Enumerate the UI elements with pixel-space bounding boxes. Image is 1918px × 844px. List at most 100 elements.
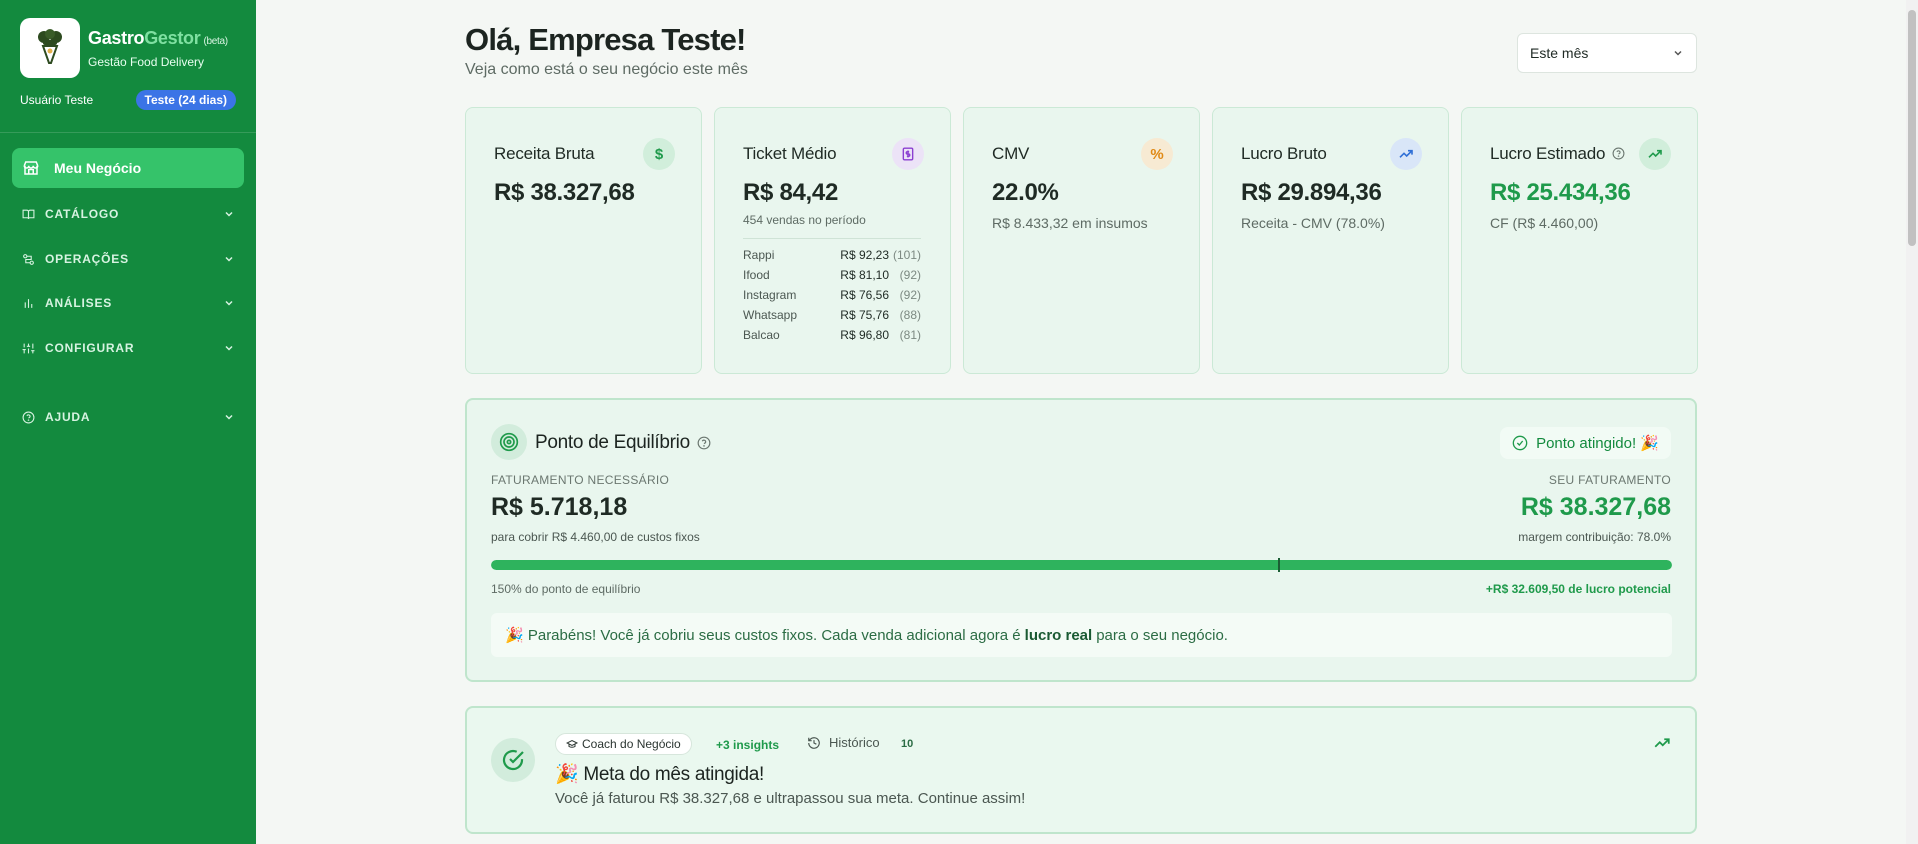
channel-value: R$ 76,56: [840, 288, 889, 302]
coach-chip-label: Coach do Negócio: [582, 737, 681, 751]
sliders-icon: [22, 343, 35, 353]
trending-up-icon: [1654, 738, 1670, 748]
breakeven-panel: Ponto de Equilíbrio Ponto atingido! 🎉 FA…: [465, 398, 1697, 682]
check-circle-icon: [1512, 435, 1528, 451]
progress-percent: 150% do ponto de equilíbrio: [491, 582, 641, 596]
page-title: Olá, Empresa Teste!: [465, 22, 746, 57]
chevron-down-icon: [225, 211, 233, 217]
user-name[interactable]: Usuário Teste: [20, 93, 93, 107]
trending-up-icon: [1390, 138, 1422, 170]
card-value: R$ 38.327,68: [494, 179, 635, 206]
coach-chip[interactable]: Coach do Negócio: [555, 733, 692, 755]
card-title: Ticket Médio: [743, 144, 837, 163]
trial-badge[interactable]: Teste (24 dias): [135, 90, 236, 110]
coach-title: 🎉 Meta do mês atingida!: [555, 764, 764, 785]
brand-subtitle: Gestão Food Delivery: [88, 55, 205, 69]
sidebar: GastroGestor (beta) Gestão Food Delivery …: [0, 0, 256, 844]
more-insights-link[interactable]: +3 insights: [716, 738, 779, 752]
channel-table: Rappi R$ 92,23 (101) Ifood R$ 81,10 (92) Ins…: [743, 238, 921, 345]
period-select[interactable]: Este mês: [1517, 33, 1697, 73]
congrats-message: 🎉 Parabéns! Você já cobriu seus custos f…: [491, 613, 1672, 657]
message-bold: lucro real: [1024, 626, 1093, 644]
brand[interactable]: GastroGestor (beta) Gestão Food Delivery: [20, 18, 228, 78]
channel-name: Instagram: [743, 288, 797, 302]
card-note: CF (R$ 4.460,00): [1490, 215, 1599, 231]
help-circle-icon[interactable]: [1612, 147, 1625, 160]
status-badge: Ponto atingido! 🎉: [1500, 427, 1671, 459]
receipt-icon: [892, 138, 924, 170]
percent-icon: %: [1141, 138, 1173, 170]
profit-potential: +R$ 32.609,50 de lucro potencial: [1485, 582, 1671, 596]
card-value: 22.0%: [992, 179, 1059, 206]
margin-note: margem contribuição: 78.0%: [1518, 530, 1671, 544]
card-value: R$ 25.434,36: [1490, 179, 1631, 206]
sidebar-divider: [0, 132, 256, 133]
card-cmv: CMV % 22.0% R$ 8.433,32 em insumos: [963, 107, 1200, 374]
chevron-down-icon: [225, 414, 233, 420]
progress-bar: [491, 560, 1672, 570]
channel-value: R$ 81,10: [840, 268, 889, 282]
chevron-down-icon: [1674, 50, 1682, 56]
required-revenue-label: FATURAMENTO NECESSÁRIO: [491, 473, 670, 487]
sidebar-item-catalogo[interactable]: CATÁLOGO: [22, 202, 234, 226]
channel-count: (88): [899, 308, 921, 322]
card-title: Lucro Bruto: [1241, 144, 1327, 163]
channel-value: R$ 75,76: [840, 308, 889, 322]
chevron-down-icon: [225, 256, 233, 262]
sidebar-item-configurar[interactable]: CONFIGURAR: [22, 336, 234, 360]
sidebar-item-label: AJUDA: [45, 410, 91, 424]
history-icon: [808, 736, 820, 749]
progress-fill: [491, 560, 1672, 570]
channel-name: Whatsapp: [743, 308, 798, 322]
workflow-icon: [23, 253, 34, 265]
history-count: 10: [901, 738, 914, 750]
trending-up-icon: [1639, 138, 1671, 170]
channel-value: R$ 92,23: [840, 248, 889, 262]
channel-count: (81): [899, 328, 921, 342]
channel-name: Ifood: [743, 268, 770, 282]
graduation-cap-icon: [566, 739, 578, 748]
period-select-value: Este mês: [1530, 45, 1589, 61]
store-icon: [23, 161, 39, 175]
status-badge-label: Ponto atingido! 🎉: [1536, 435, 1659, 452]
sidebar-item-analises[interactable]: ANÁLISES: [22, 291, 234, 315]
sidebar-item-label: ANÁLISES: [45, 296, 113, 310]
card-lucro-bruto: Lucro Bruto R$ 29.894,36 Receita - CMV (…: [1212, 107, 1449, 374]
sidebar-item-label: OPERAÇÕES: [45, 252, 129, 266]
table-row: Ifood R$ 81,10 (92): [743, 265, 921, 285]
book-icon: [22, 209, 35, 219]
sidebar-item-ajuda[interactable]: AJUDA: [22, 405, 234, 429]
chevron-down-icon: [225, 345, 233, 351]
page-subtitle: Veja como está o seu negócio este mês: [465, 61, 748, 78]
channel-count: (101): [892, 248, 921, 262]
scrollbar-thumb[interactable]: [1908, 10, 1916, 246]
sidebar-item-meu-negocio[interactable]: Meu Negócio: [12, 148, 244, 188]
card-title: Receita Bruta: [494, 144, 595, 163]
brand-part1: Gastro: [88, 28, 145, 48]
help-circle-icon: [22, 411, 35, 423]
brand-part2: Gestor: [144, 28, 201, 48]
coach-panel: Coach do Negócio +3 insights Histórico 1…: [465, 706, 1697, 834]
chevron-down-icon: [225, 300, 233, 306]
channel-value: R$ 96,80: [840, 328, 889, 342]
history-button[interactable]: Histórico: [807, 735, 880, 750]
message-text-end: para o seu negócio.: [1096, 626, 1228, 644]
channel-name: Balcao: [743, 328, 780, 342]
channel-count: (92): [899, 288, 921, 302]
card-note: 454 vendas no período: [743, 213, 866, 227]
page-scrollbar[interactable]: [1906, 0, 1918, 844]
history-label: Histórico: [829, 735, 880, 750]
brand-name: GastroGestor (beta): [88, 28, 228, 49]
help-circle-icon[interactable]: [697, 436, 711, 450]
required-revenue-note: para cobrir R$ 4.460,00 de custos fixos: [491, 530, 700, 544]
message-text: 🎉 Parabéns! Você já cobriu seus custos f…: [505, 627, 1021, 644]
table-row: Rappi R$ 92,23 (101): [743, 245, 921, 265]
sidebar-item-operacoes[interactable]: OPERAÇÕES: [22, 247, 234, 271]
beta-tag: (beta): [203, 36, 228, 47]
chef-logo-icon: [20, 18, 80, 78]
breakeven-title: Ponto de Equilíbrio: [535, 432, 690, 453]
card-receita-bruta: Receita Bruta $ R$ 38.327,68: [465, 107, 702, 374]
check-circle-icon: [491, 738, 535, 782]
sidebar-item-label: CATÁLOGO: [45, 207, 120, 221]
your-revenue-value: R$ 38.327,68: [1520, 493, 1671, 521]
